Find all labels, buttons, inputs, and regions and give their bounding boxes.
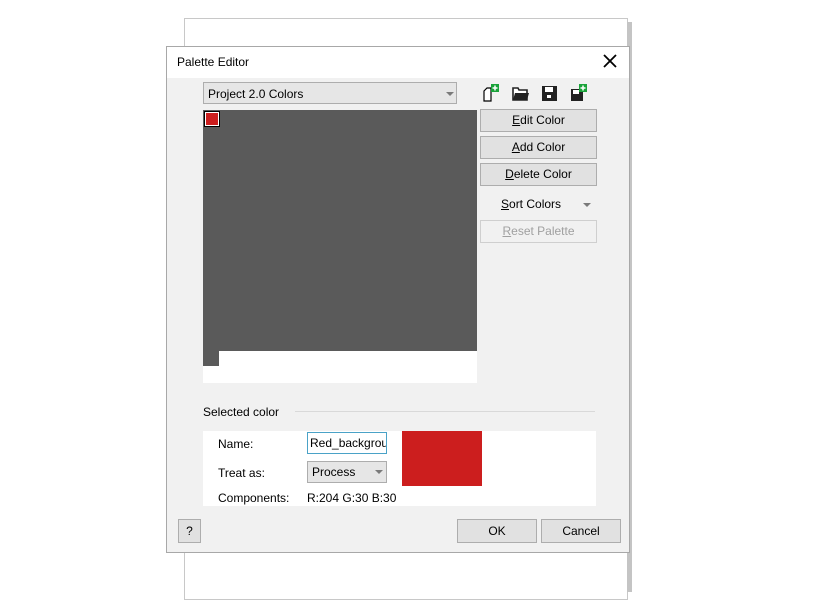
- color-name-input[interactable]: Red_backgrou: [307, 432, 387, 454]
- save-as-palette-icon: [571, 84, 587, 101]
- treat-as-select[interactable]: Process: [307, 461, 387, 483]
- chevron-down-icon: [583, 203, 591, 207]
- new-palette-icon: [483, 84, 499, 102]
- help-button[interactable]: ?: [178, 519, 201, 543]
- palette-color-area[interactable]: [203, 110, 477, 383]
- close-button[interactable]: [597, 49, 623, 73]
- edit-color-button[interactable]: Edit Color: [480, 109, 597, 132]
- palette-editor-dialog: Palette Editor Project 2.0 Colors Edit C…: [166, 46, 630, 553]
- delete-color-button[interactable]: Delete Color: [480, 163, 597, 186]
- open-palette-icon: [512, 87, 529, 101]
- components-label: Components:: [218, 491, 290, 505]
- palette-select[interactable]: Project 2.0 Colors: [203, 82, 457, 104]
- chevron-down-icon: [446, 92, 454, 96]
- close-icon: [603, 54, 617, 68]
- save-as-palette-button[interactable]: [569, 83, 589, 103]
- palette-select-value: Project 2.0 Colors: [208, 87, 304, 101]
- palette-grid-remainder: [203, 351, 219, 366]
- cancel-button[interactable]: Cancel: [541, 519, 621, 543]
- palette-swatch-red-background[interactable]: [204, 111, 220, 127]
- add-color-button[interactable]: Add Color: [480, 136, 597, 159]
- reset-palette-button[interactable]: Reset Palette: [480, 220, 597, 243]
- selected-color-panel: Name: Red_backgrou Treat as: Process Com…: [203, 431, 596, 506]
- name-label: Name:: [218, 437, 254, 451]
- title-bar: Palette Editor: [167, 47, 629, 78]
- save-palette-icon: [542, 86, 557, 101]
- section-divider: [295, 411, 595, 412]
- palette-grid: [203, 110, 477, 351]
- open-palette-button[interactable]: [511, 83, 531, 103]
- ok-button[interactable]: OK: [457, 519, 537, 543]
- components-value: R:204 G:30 B:30: [307, 491, 397, 505]
- palette-toolbar: [481, 83, 601, 103]
- save-palette-button[interactable]: [540, 83, 560, 103]
- chevron-down-icon: [375, 470, 383, 474]
- new-palette-button[interactable]: [481, 83, 501, 103]
- treat-as-value: Process: [312, 465, 356, 479]
- sort-colors-dropdown[interactable]: Sort Colors: [480, 195, 596, 215]
- selected-color-preview: [402, 431, 482, 486]
- selected-color-heading: Selected color: [203, 405, 280, 419]
- treat-as-label: Treat as:: [218, 466, 265, 480]
- dialog-title: Palette Editor: [177, 55, 250, 69]
